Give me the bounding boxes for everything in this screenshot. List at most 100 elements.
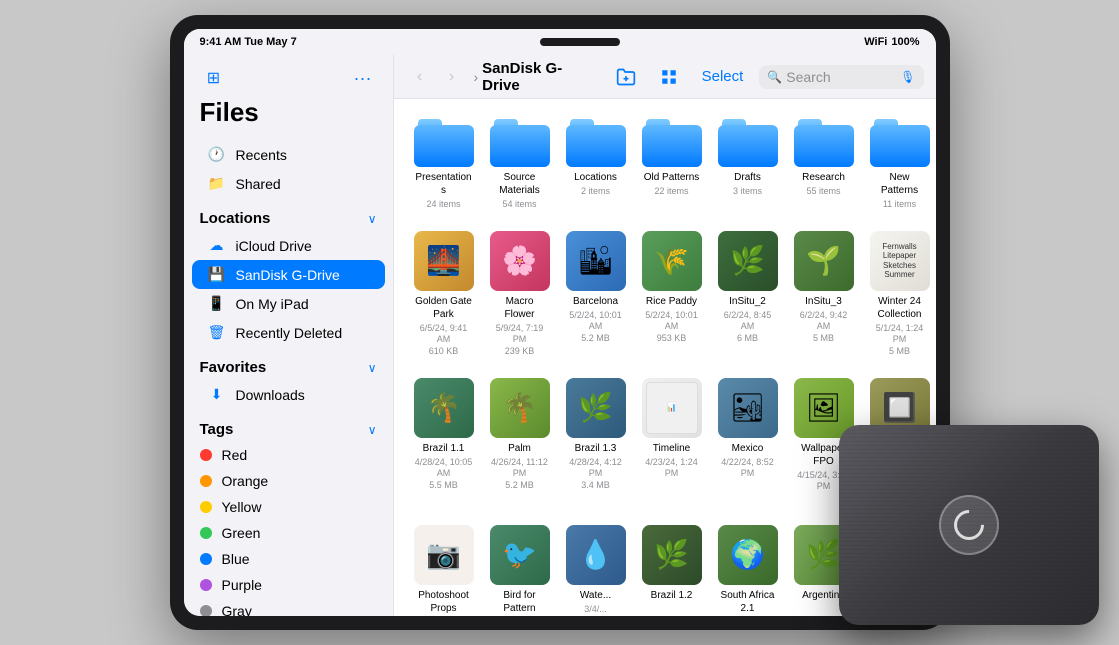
tag-purple[interactable]: Purple xyxy=(184,572,393,598)
sidebar: ⊞ ··· Files 🕐 Recents 📁 Shared Locations xyxy=(184,55,394,616)
select-button[interactable]: Select xyxy=(694,64,752,89)
sidebar-item-on-my-ipad[interactable]: 📱 On My iPad xyxy=(192,289,385,318)
folder-name-research: Research xyxy=(802,171,845,184)
tag-orange[interactable]: Orange xyxy=(184,468,393,494)
sidebar-item-recently-deleted[interactable]: 🗑 Recently Deleted xyxy=(192,318,385,347)
folder-research[interactable]: Research 55 items xyxy=(790,115,858,215)
thumbnail-bird-for-pattern: 🐦 xyxy=(490,525,550,585)
thumbnail-south-africa: 🌍 xyxy=(718,525,778,585)
file-brazil-12[interactable]: 🌿 Brazil 1.2 xyxy=(638,521,706,616)
filemeta-timeline: 4/23/24, 1:24 PM xyxy=(642,457,702,480)
tag-yellow[interactable]: Yellow xyxy=(184,494,393,520)
sandisk-icon: 💾 xyxy=(208,266,226,283)
thumbnail-photoshoot-props: 📷 xyxy=(414,525,474,585)
filemeta-winter24: 5/1/24, 1:24 PM5 MB xyxy=(870,323,930,358)
sidebar-item-shared[interactable]: 📁 Shared xyxy=(192,169,385,198)
file-insitu-2[interactable]: 🌿 InSitu_2 6/2/24, 8:45 AM6 MB xyxy=(714,227,782,362)
file-golden-gate[interactable]: 🌉 Golden Gate Park 6/5/24, 9:41 AM610 KB xyxy=(410,227,478,362)
folder-presentations[interactable]: Presentations 24 items xyxy=(410,115,478,215)
search-bar[interactable]: 🔍 Search 🎙 xyxy=(759,65,923,89)
tags-collapse-icon[interactable]: ∨ xyxy=(368,423,377,437)
tag-red[interactable]: Red xyxy=(184,442,393,468)
folder-icon-source-materials xyxy=(490,119,550,167)
view-toggle-button[interactable] xyxy=(652,64,686,90)
filename-timeline: Timeline xyxy=(653,442,690,455)
search-icon: 🔍 xyxy=(767,70,782,84)
new-folder-button[interactable] xyxy=(608,63,644,91)
filename-golden-gate: Golden Gate Park xyxy=(414,295,474,321)
sidebar-item-downloads[interactable]: ⬇ Downloads xyxy=(192,380,385,409)
file-bird-for-pattern[interactable]: 🐦 Bird for Pattern 3/18/24, 1:57 PM849 K… xyxy=(486,521,554,616)
file-mexico[interactable]: 🏜 Mexico 4/22/24, 8:52 PM xyxy=(714,374,782,509)
locations-collapse-icon[interactable]: ∨ xyxy=(368,212,377,226)
mic-icon[interactable]: 🎙 xyxy=(900,70,915,84)
red-label: Red xyxy=(222,447,248,463)
filemeta-brazil11: 4/28/24, 10:05 AM5.5 MB xyxy=(414,457,474,492)
file-barcelona[interactable]: 🏙 Barcelona 5/2/24, 10:01 AM5.2 MB xyxy=(562,227,630,362)
file-macro-flower[interactable]: 🌸 Macro Flower 5/9/24, 7:19 PM239 KB xyxy=(486,227,554,362)
folder-name-old-patterns: Old Patterns xyxy=(644,171,700,184)
file-photoshoot-props[interactable]: 📷 Photoshoot Props 3/21/24, 5:34 PM287 K… xyxy=(410,521,478,616)
thumbnail-rice-paddy: 🌾 xyxy=(642,231,702,291)
thumbnail-macro-flower: 🌸 xyxy=(490,231,550,291)
filename-photoshoot-props: Photoshoot Props xyxy=(414,589,474,615)
red-dot xyxy=(200,449,212,461)
sandisk-label: SanDisk G-Drive xyxy=(236,267,340,283)
tag-green[interactable]: Green xyxy=(184,520,393,546)
filename-macro-flower: Macro Flower xyxy=(490,295,550,321)
folder-count-new-patterns: 11 items xyxy=(883,199,916,211)
file-timeline[interactable]: 📊 Timeline 4/23/24, 1:24 PM xyxy=(638,374,706,509)
back-button[interactable]: ‹ xyxy=(406,63,434,91)
file-winter-24[interactable]: FernwallsLitepaperSketchesSummer Winter … xyxy=(866,227,934,362)
folder-old-patterns[interactable]: Old Patterns 22 items xyxy=(638,115,706,215)
status-time: 9:41 AM Tue May 7 xyxy=(200,36,297,48)
file-water[interactable]: 💧 Wate... 3/4/... xyxy=(562,521,630,616)
status-indicators: WiFi 100% xyxy=(864,36,919,48)
recently-deleted-label: Recently Deleted xyxy=(236,325,343,341)
green-label: Green xyxy=(222,525,261,541)
sidebar-toggle-button[interactable]: ⊞ xyxy=(200,67,228,89)
filename-brazil13: Brazil 1.3 xyxy=(575,442,617,455)
icloud-label: iCloud Drive xyxy=(236,238,312,254)
filename-mexico: Mexico xyxy=(732,442,764,455)
favorites-section-header: Favorites ∨ xyxy=(184,347,393,380)
folder-name-drafts: Drafts xyxy=(734,171,761,184)
tag-blue[interactable]: Blue xyxy=(184,546,393,572)
filemeta-water: 3/4/... xyxy=(584,604,607,616)
file-brazil-11[interactable]: 🌴 Brazil 1.1 4/28/24, 10:05 AM5.5 MB xyxy=(410,374,478,509)
folder-icon-presentations xyxy=(414,119,474,167)
filemeta-rice-paddy: 5/2/24, 10:01 AM953 KB xyxy=(642,310,702,345)
sidebar-more-button[interactable]: ··· xyxy=(349,67,377,89)
folder-count-research: 55 items xyxy=(806,186,840,198)
filemeta-insitu2: 6/2/24, 8:45 AM6 MB xyxy=(718,310,778,345)
purple-dot xyxy=(200,579,212,591)
shared-label: Shared xyxy=(236,176,281,192)
folder-icon-research xyxy=(794,119,854,167)
trash-icon: 🗑 xyxy=(208,324,226,341)
filename-palm: Palm xyxy=(508,442,531,455)
file-rice-paddy[interactable]: 🌾 Rice Paddy 5/2/24, 10:01 AM953 KB xyxy=(638,227,706,362)
folder-locations[interactable]: Locations 2 items xyxy=(562,115,630,215)
favorites-collapse-icon[interactable]: ∨ xyxy=(368,361,377,375)
search-input-placeholder[interactable]: Search xyxy=(786,69,896,85)
folder-drafts[interactable]: Drafts 3 items xyxy=(714,115,782,215)
filemeta-palm: 4/26/24, 11:12 PM5.2 MB xyxy=(490,457,550,492)
folder-count-old-patterns: 22 items xyxy=(654,186,688,198)
file-south-africa[interactable]: 🌍 South Africa 2.1 xyxy=(714,521,782,616)
filename-rice-paddy: Rice Paddy xyxy=(646,295,697,308)
gray-dot xyxy=(200,605,212,616)
folder-count-locations: 2 items xyxy=(581,186,610,198)
forward-button[interactable]: › xyxy=(438,63,466,91)
sidebar-item-icloud[interactable]: ☁ iCloud Drive xyxy=(192,231,385,260)
g-drive-hardware xyxy=(839,425,1099,625)
folder-new-patterns[interactable]: New Patterns 11 items xyxy=(866,115,934,215)
folder-source-materials[interactable]: Source Materials 54 items xyxy=(486,115,554,215)
file-brazil-13[interactable]: 🌿 Brazil 1.3 4/28/24, 4:12 PM3.4 MB xyxy=(562,374,630,509)
sidebar-item-sandisk[interactable]: 💾 SanDisk G-Drive xyxy=(192,260,385,289)
filemeta-macro-flower: 5/9/24, 7:19 PM239 KB xyxy=(490,323,550,358)
file-palm[interactable]: 🌴 Palm 4/26/24, 11:12 PM5.2 MB xyxy=(486,374,554,509)
thumbnail-insitu3: 🌱 xyxy=(794,231,854,291)
sidebar-item-recents[interactable]: 🕐 Recents xyxy=(192,140,385,169)
tag-gray[interactable]: Gray xyxy=(184,598,393,616)
file-insitu-3[interactable]: 🌱 InSitu_3 6/2/24, 9:42 AM5 MB xyxy=(790,227,858,362)
